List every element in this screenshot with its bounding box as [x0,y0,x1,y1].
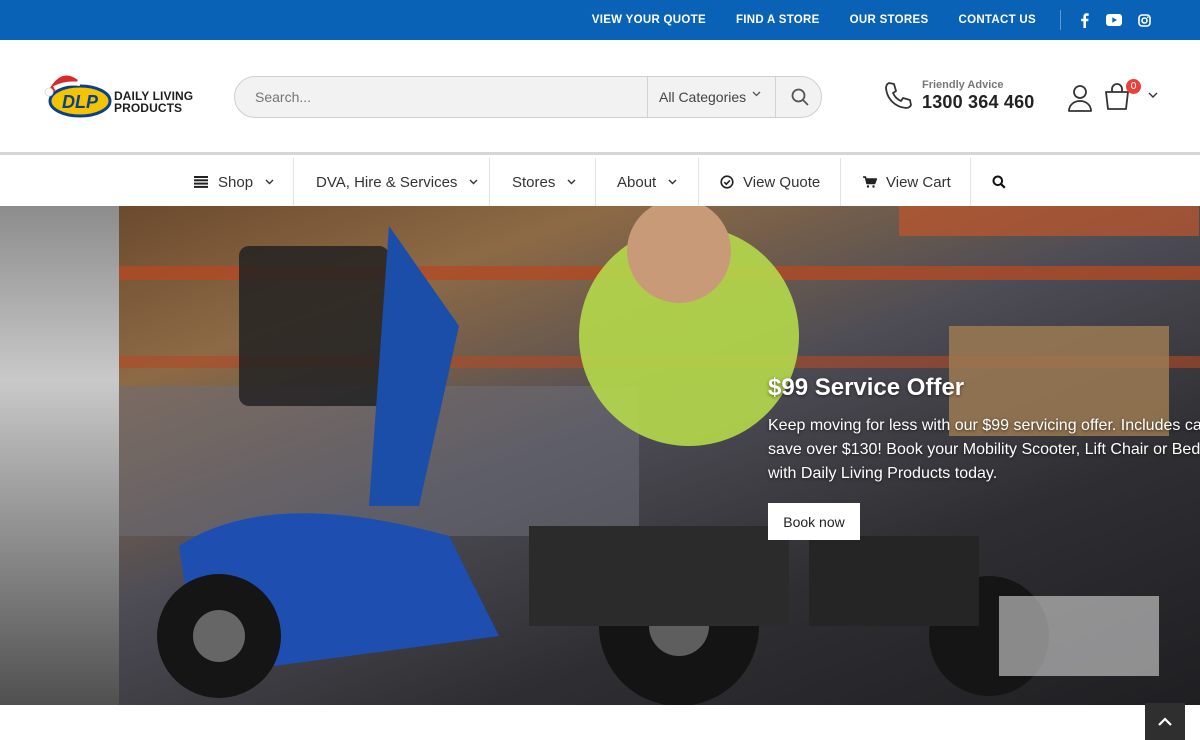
chevron-down-icon [469,179,478,185]
nav-item-view-quote[interactable]: View Quote [720,158,820,206]
topbar-divider [1060,10,1061,30]
chevron-down-icon [668,179,677,185]
top-links: VIEW YOUR QUOTE FIND A STORE OUR STORES … [592,0,1036,40]
our-stores-link[interactable]: OUR STORES [850,14,929,26]
user-account-icon[interactable] [1066,84,1094,112]
nav-item-shop[interactable]: Shop [194,158,274,206]
chevron-down-icon [752,91,761,97]
search-input[interactable] [235,77,647,117]
site-logo[interactable]: DLP DAILY LIVING PRODUCTS [40,66,200,122]
facebook-icon[interactable] [1076,12,1092,28]
menu-icon [194,176,208,188]
nav-label: About [617,173,657,191]
chevron-down-icon [265,179,274,185]
advice-label: Friendly Advice [922,79,1004,91]
nav-label: Stores [512,173,556,191]
nav-label: Shop [218,173,254,191]
social-links [1076,0,1152,40]
instagram-icon[interactable] [1136,12,1152,28]
nav-divider [293,158,294,206]
check-circle-icon [720,175,734,189]
friendly-advice[interactable]: Friendly Advice 1300 364 460 [882,78,1042,118]
nav-item-stores[interactable]: Stores [512,158,576,206]
nav-label: View Cart [886,173,951,191]
nav-label: DVA, Hire & Services [316,173,458,191]
search-button[interactable] [775,77,821,117]
main-nav: Shop DVA, Hire & Services Stores About V… [0,158,1200,206]
nav-divider [489,158,490,206]
hero-description-line: Keep moving for less with our $99 servic… [768,417,1200,434]
nav-item-view-cart[interactable]: View Cart [863,158,951,206]
logo-text: DAILY LIVING PRODUCTS [114,90,193,114]
contact-us-link[interactable]: CONTACT US [958,14,1036,26]
nav-label: View Quote [743,173,821,191]
youtube-icon[interactable] [1106,12,1122,28]
nav-divider [970,158,971,206]
site-header: DLP DAILY LIVING PRODUCTS All Categories… [0,40,1200,155]
nav-divider [595,158,596,206]
logo-mark-icon: DLP [44,75,112,118]
nav-item-about[interactable]: About [617,158,677,206]
back-to-top-button[interactable] [1145,703,1185,740]
nav-divider [698,158,699,206]
logo-text-line2: PRODUCTS [114,101,183,115]
chevron-up-icon [1158,717,1172,726]
chevron-down-icon [1148,92,1158,98]
hero-title: $99 Service Offer [768,374,965,401]
search-icon [992,175,1006,189]
hero-previous-slide-image [0,206,119,705]
hero-description-line: save over $130! Book your Mobility Scoot… [768,441,1200,458]
nav-search-button[interactable] [992,158,1006,206]
phone-icon [885,82,912,109]
view-your-quote-link[interactable]: VIEW YOUR QUOTE [592,14,706,26]
hero-slider: $99 Service Offer Keep moving for less w… [0,206,1200,705]
nav-item-dva-hire-services[interactable]: DVA, Hire & Services [316,158,478,206]
hero-description: Keep moving for less with our $99 servic… [768,414,1200,486]
cart-icon [863,176,877,188]
hero-description-line: with Daily Living Products today. [768,465,998,482]
svg-text:DLP: DLP [62,92,99,112]
search-bar: All Categories [234,76,822,118]
chevron-down-icon [567,179,576,185]
find-a-store-link[interactable]: FIND A STORE [736,14,820,26]
nav-divider [840,158,841,206]
book-now-button[interactable]: Book now [768,503,860,540]
header-cart[interactable]: 0 [1102,79,1162,114]
top-bar: VIEW YOUR QUOTE FIND A STORE OUR STORES … [0,0,1200,40]
category-select[interactable]: All Categories [647,77,775,117]
phone-number[interactable]: 1300 364 460 [922,92,1035,113]
search-icon [791,88,809,106]
cart-count-badge: 0 [1126,79,1141,94]
category-select-value: All Categories [659,89,747,105]
